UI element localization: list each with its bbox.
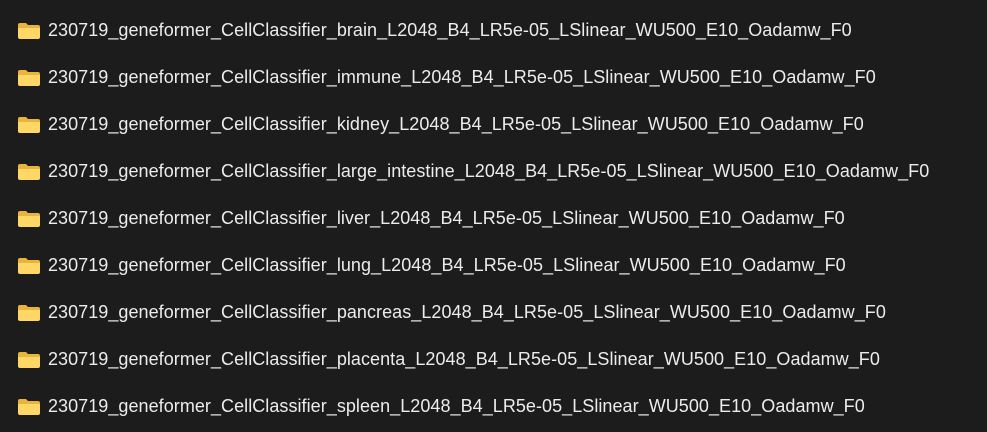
folder-icon <box>17 163 41 181</box>
folder-name: 230719_geneformer_CellClassifier_large_i… <box>48 161 930 181</box>
folder-name: 230719_geneformer_CellClassifier_brain_L… <box>48 20 852 40</box>
folder-icon <box>17 22 41 40</box>
folder-icon <box>17 257 41 275</box>
folder-item-liver[interactable]: 230719_geneformer_CellClassifier_liver_L… <box>0 195 987 242</box>
folder-name: 230719_geneformer_CellClassifier_pancrea… <box>48 302 886 322</box>
folder-icon <box>17 398 41 416</box>
folder-name: 230719_geneformer_CellClassifier_lung_L2… <box>48 255 846 275</box>
folder-item-brain[interactable]: 230719_geneformer_CellClassifier_brain_L… <box>0 7 987 54</box>
folder-item-spleen[interactable]: 230719_geneformer_CellClassifier_spleen_… <box>0 383 987 430</box>
folder-item-kidney[interactable]: 230719_geneformer_CellClassifier_kidney_… <box>0 101 987 148</box>
folder-icon <box>17 116 41 134</box>
folder-item-large-intestine[interactable]: 230719_geneformer_CellClassifier_large_i… <box>0 148 987 195</box>
folder-list: 230719_geneformer_CellClassifier_brain_L… <box>0 0 987 432</box>
folder-name: 230719_geneformer_CellClassifier_immune_… <box>48 67 876 87</box>
folder-name: 230719_geneformer_CellClassifier_kidney_… <box>48 114 864 134</box>
folder-name: 230719_geneformer_CellClassifier_liver_L… <box>48 208 845 228</box>
folder-item-placenta[interactable]: 230719_geneformer_CellClassifier_placent… <box>0 336 987 383</box>
folder-item-immune[interactable]: 230719_geneformer_CellClassifier_immune_… <box>0 54 987 101</box>
folder-icon <box>17 69 41 87</box>
folder-item-pancreas[interactable]: 230719_geneformer_CellClassifier_pancrea… <box>0 289 987 336</box>
folder-icon <box>17 210 41 228</box>
folder-name: 230719_geneformer_CellClassifier_spleen_… <box>48 396 865 416</box>
folder-name: 230719_geneformer_CellClassifier_placent… <box>48 349 880 369</box>
folder-icon <box>17 304 41 322</box>
folder-item-lung[interactable]: 230719_geneformer_CellClassifier_lung_L2… <box>0 242 987 289</box>
folder-icon <box>17 351 41 369</box>
